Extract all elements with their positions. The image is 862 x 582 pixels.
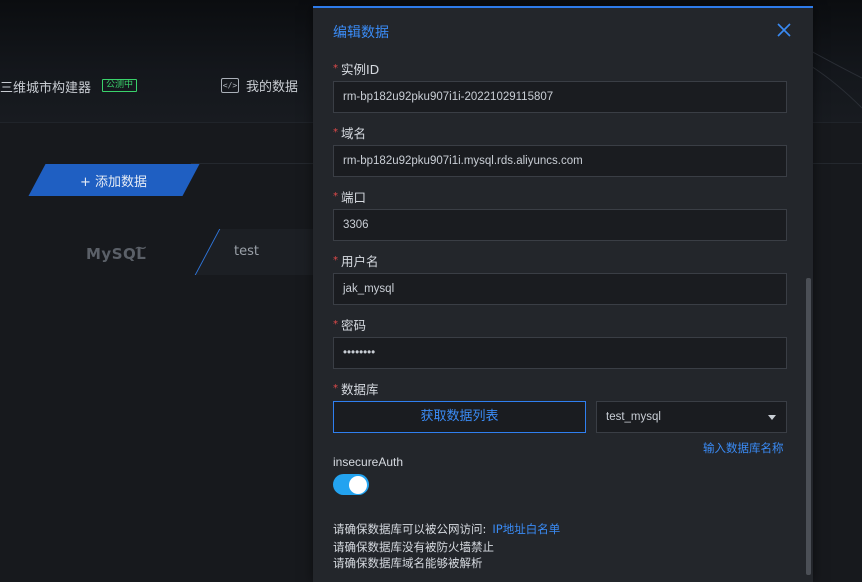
add-data-label: + 添加数据 (80, 175, 148, 190)
note-dns: 请确保数据库域名能够被解析 (333, 556, 483, 570)
password-label: * 密码 (333, 318, 367, 333)
nav-my-data-label: 我的数据 (246, 80, 299, 95)
input-database-name-link[interactable]: 输入数据库名称 (703, 440, 784, 456)
database-select[interactable]: test_mysql (596, 401, 787, 433)
insecure-auth-label: insecureAuth (333, 455, 404, 469)
username-label: * 用户名 (333, 254, 379, 269)
toggle-knob (349, 475, 367, 494)
beta-badge: 公测中 (102, 79, 138, 92)
database-label: * 数据库 (333, 382, 379, 397)
instance-id-field[interactable]: rm-bp182u92pku907i1i-20221029115807 (333, 81, 787, 113)
edit-data-modal: 编辑数据 * 实例ID rm-bp182u92pku907i1i-20221029… (313, 6, 813, 582)
domain-label: * 域名 (333, 126, 367, 141)
database-select-value: test_mysql (606, 411, 661, 423)
dolphin-icon: ~ (134, 238, 148, 257)
insecure-auth-toggle[interactable] (333, 474, 369, 495)
password-field[interactable]: •••••••• (333, 337, 787, 369)
modal-title: 编辑数据 (333, 25, 389, 41)
card-name: test (234, 244, 259, 259)
domain-field[interactable]: rm-bp182u92pku907i1i.mysql.rds.aliyuncs.… (333, 145, 787, 177)
note-public-access: 请确保数据库可以被公网访问: IP地址白名单 (333, 522, 561, 536)
close-button[interactable] (776, 22, 792, 38)
note-firewall: 请确保数据库没有被防火墙禁止 (333, 540, 494, 554)
chevron-down-icon (768, 415, 776, 420)
ip-whitelist-link[interactable]: IP地址白名单 (492, 522, 560, 536)
code-icon: </> (221, 78, 239, 93)
username-field[interactable]: jak_mysql (333, 273, 787, 305)
fetch-database-list-button[interactable]: 获取数据列表 (333, 401, 586, 433)
scrollbar[interactable] (806, 278, 811, 575)
port-label: * 端口 (333, 190, 367, 205)
port-field[interactable]: 3306 (333, 209, 787, 241)
modal-body: * 实例ID rm-bp182u92pku907i1i-2022102911580… (313, 58, 813, 582)
app-title: 三维城市构建器 (0, 81, 92, 96)
instance-id-label: * 实例ID (333, 62, 380, 77)
close-icon (777, 23, 791, 37)
nav-my-data[interactable]: </> 我的数据 (221, 76, 298, 95)
